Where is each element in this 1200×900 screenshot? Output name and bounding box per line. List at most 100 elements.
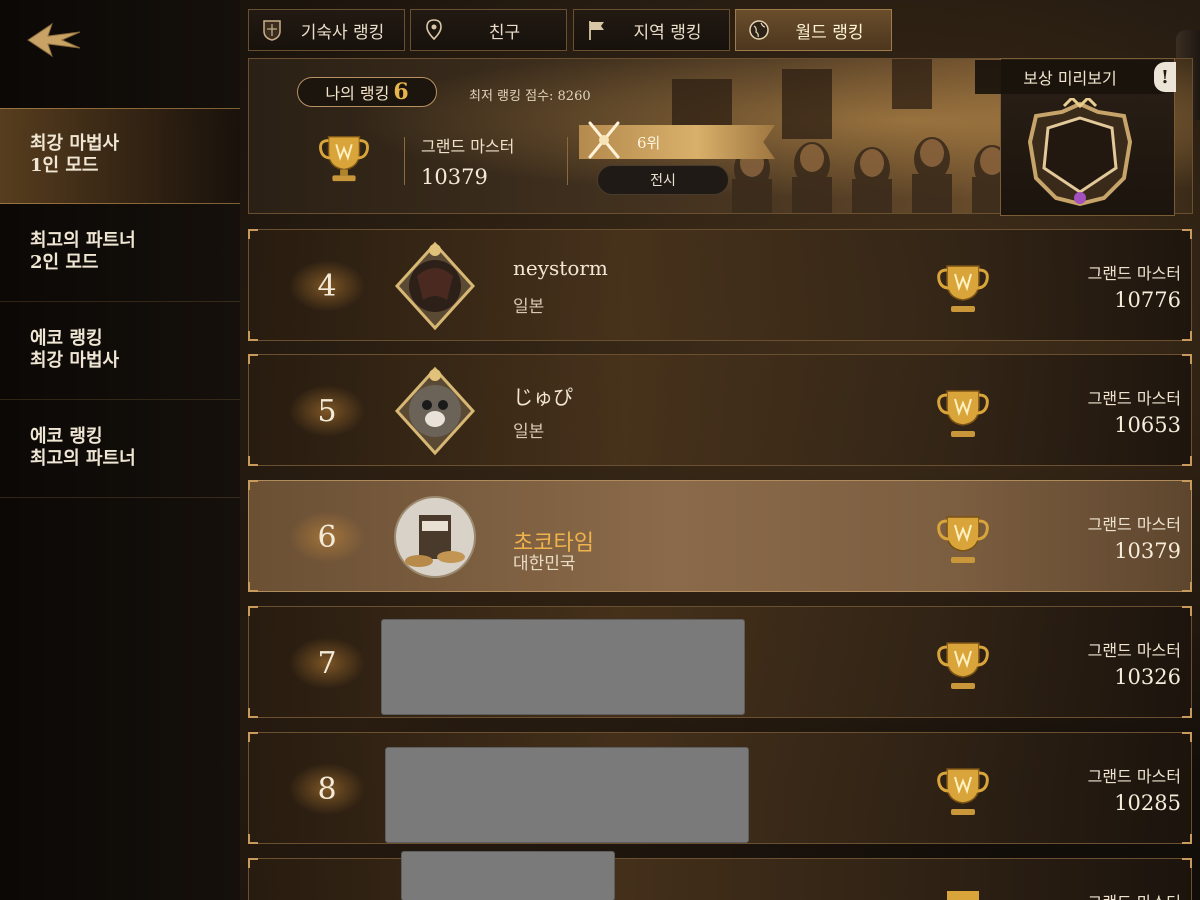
trophy-icon [937,516,989,563]
sidebar-item-subtitle: 최강 마법사 [30,350,120,371]
ranking-row[interactable]: 그랜드 마스터 [248,851,1192,900]
frame-corner [1182,834,1192,844]
frame-corner [248,708,258,718]
player-tier: 그랜드 마스터 [1087,767,1181,786]
ranking-row[interactable]: 5 じゅぴ 일본 그랜드 마스터 10653 [248,354,1192,466]
player-country: 일본 [513,297,545,317]
tab-label: 친구 [488,22,521,43]
tab-region-ranking[interactable]: 지역 랭킹 [573,9,730,51]
sidebar-item-subtitle: 1인 모드 [30,155,99,176]
player-score: 10285 [1114,791,1181,815]
frame-corner [1182,858,1192,868]
tab-friends[interactable]: 친구 [410,9,567,51]
player-country: 일본 [513,422,545,442]
sidebar-item-title: 에코 랭킹 [30,328,103,349]
frame-corner [1182,732,1192,742]
sidebar-item-title: 최고의 파트너 [30,230,136,251]
ranking-row[interactable]: 4 neystorm 일본 그랜드 마스터 10776 [248,229,1192,341]
divider [567,137,568,185]
frame-corner [1182,480,1192,490]
rank-number: 8 [289,763,365,815]
redacted-player-info [401,851,615,900]
rank-number: 6 [289,511,365,563]
tab-house-ranking[interactable]: 기숙사 랭킹 [248,9,405,51]
display-button[interactable]: 전시 [597,165,729,195]
frame-corner [248,834,258,844]
my-tier: 그랜드 마스터 [421,137,515,156]
frame-corner [1182,229,1192,239]
my-ranking-number: 6 [393,79,409,105]
trophy-icon [937,265,989,312]
trophy-icon [937,390,989,437]
sidebar-item-title: 에코 랭킹 [30,426,103,447]
frame-corner [1182,354,1192,364]
sidebar-item-strongest-wizard[interactable]: 최강 마법사 1인 모드 [0,108,240,204]
ranking-row-self[interactable]: 6 초코타임 대한민국 그랜드 마스터 10379 [248,480,1192,592]
rank-number: 4 [289,260,365,312]
tab-world-ranking[interactable]: 월드 랭킹 [735,9,892,51]
sidebar-item-best-partner[interactable]: 최고의 파트너 2인 모드 [0,206,240,302]
globe-icon [746,17,772,43]
redacted-player-info [381,619,745,715]
crossed-wands-icon [588,121,620,159]
player-tier: 그랜드 마스터 [1087,264,1181,283]
player-tier: 그랜드 마스터 [1088,889,1181,900]
frame-corner [248,582,258,592]
player-tier: 그랜드 마스터 [1087,389,1181,408]
player-avatar[interactable] [389,365,481,457]
tab-label: 기숙사 랭킹 [300,22,385,43]
frame-corner [1182,582,1192,592]
sidebar-item-subtitle: 최고의 파트너 [30,448,136,469]
reward-preview-title[interactable]: 보상 미리보기 [975,60,1165,94]
frame-corner [1182,606,1192,616]
location-pin-icon [421,17,447,43]
my-score: 10379 [421,165,488,189]
reward-frame-icon [1027,98,1133,207]
frame-corner [248,606,258,616]
trophy-icon [937,768,989,815]
frame-corner [248,354,258,364]
rank-number: 5 [289,385,365,437]
frame-corner [248,456,258,466]
divider [404,137,405,185]
tab-label: 월드 랭킹 [795,22,864,43]
sidebar: 최강 마법사 1인 모드 최고의 파트너 2인 모드 에코 랭킹 최강 마법사 … [0,0,240,900]
redacted-player-info [385,747,749,843]
trophy-icon [947,891,979,900]
player-name: じゅぴ [513,385,573,409]
frame-corner [248,480,258,490]
frame-corner [248,229,258,239]
player-score: 10379 [1114,539,1181,563]
minimum-ranking-score: 최저 랭킹 점수: 8260 [469,89,591,104]
my-ranking-pill: 나의 랭킹 6 [297,77,437,107]
player-score: 10776 [1114,288,1181,312]
place-label: 6위 [637,133,661,152]
frame-corner [1182,456,1192,466]
sidebar-item-echo-partner[interactable]: 에코 랭킹 최고의 파트너 [0,402,240,498]
sidebar-item-subtitle: 2인 모드 [30,252,99,273]
back-button[interactable] [22,16,86,64]
my-ranking-label: 나의 랭킹 [325,84,390,103]
rank-number: 7 [289,637,365,689]
frame-corner [1182,708,1192,718]
player-country: 대한민국 [513,554,576,574]
frame-corner [1182,331,1192,341]
ranking-row[interactable]: 8 그랜드 마스터 10285 [248,732,1192,844]
player-tier: 그랜드 마스터 [1087,515,1181,534]
flag-icon [584,17,610,43]
back-arrow-icon [27,22,81,58]
player-avatar[interactable] [389,240,481,332]
frame-corner [248,331,258,341]
ranking-row[interactable]: 7 그랜드 마스터 10326 [248,606,1192,718]
tab-label: 지역 랭킹 [633,22,702,43]
player-score: 10653 [1114,413,1181,437]
trophy-icon [937,642,989,689]
sidebar-item-echo-wizard[interactable]: 에코 랭킹 최강 마법사 [0,304,240,400]
frame-corner [248,858,258,868]
player-avatar[interactable] [389,491,481,583]
player-name: neystorm [513,256,608,280]
player-score: 10326 [1114,665,1181,689]
trophy-icon [319,135,369,182]
house-crest-icon [259,17,285,43]
alert-icon[interactable]: ! [1154,62,1176,92]
